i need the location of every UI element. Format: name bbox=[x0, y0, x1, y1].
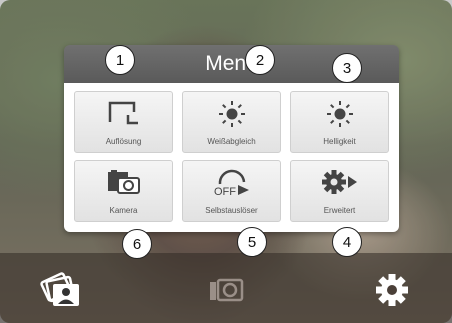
callout-3: 3 bbox=[332, 53, 362, 83]
bottom-toolbar bbox=[0, 253, 452, 323]
camera-icon bbox=[210, 278, 244, 302]
callout-2: 2 bbox=[245, 45, 275, 75]
brightness-icon bbox=[326, 101, 353, 127]
callout-4: 4 bbox=[332, 227, 362, 257]
callout-5: 5 bbox=[237, 227, 267, 257]
advanced-button[interactable]: Erweitert bbox=[290, 160, 389, 222]
callout-1: 1 bbox=[105, 45, 135, 75]
advanced-settings-icon bbox=[321, 170, 357, 194]
tile-label-advanced: Erweitert bbox=[323, 206, 356, 215]
settings-button[interactable] bbox=[370, 268, 414, 312]
camera-switch-icon bbox=[107, 170, 140, 194]
white-balance-icon bbox=[218, 101, 245, 127]
self-timer-button[interactable]: OFF Selbstauslöser bbox=[182, 160, 281, 222]
white-balance-button[interactable]: Weißabgleich bbox=[182, 91, 281, 153]
gallery-icon bbox=[40, 272, 79, 306]
camera-switch-button[interactable]: Kamera bbox=[74, 160, 173, 222]
self-timer-icon: OFF bbox=[214, 169, 249, 197]
self-timer-state: OFF bbox=[214, 186, 236, 197]
menu-grid: Auflösung Weißabgleich Helligkeit Kamera… bbox=[64, 83, 399, 232]
tile-label-white-balance: Weißabgleich bbox=[207, 137, 256, 146]
resolution-icon bbox=[108, 101, 138, 125]
tile-label-brightness: Helligkeit bbox=[323, 137, 356, 146]
callout-6: 6 bbox=[122, 229, 152, 259]
tile-label-camera: Kamera bbox=[109, 206, 138, 215]
shutter-button[interactable] bbox=[204, 268, 248, 312]
resolution-button[interactable]: Auflösung bbox=[74, 91, 173, 153]
gear-icon bbox=[376, 274, 408, 306]
brightness-button[interactable]: Helligkeit bbox=[290, 91, 389, 153]
tile-label-resolution: Auflösung bbox=[105, 137, 142, 146]
gallery-button[interactable] bbox=[39, 268, 83, 312]
tile-label-self-timer: Selbstauslöser bbox=[205, 206, 258, 215]
